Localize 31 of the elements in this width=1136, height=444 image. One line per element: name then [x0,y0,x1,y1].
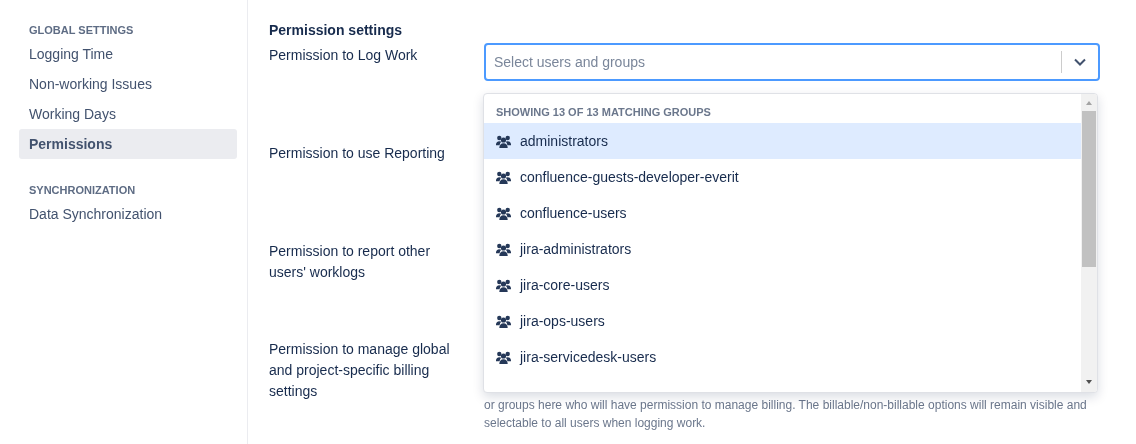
sidebar-item[interactable]: Non-working Issues [19,69,237,99]
group-option[interactable]: administrators [484,123,1081,159]
sidebar-item[interactable]: Logging Time [19,39,237,69]
section-title: Permission settings [269,21,404,39]
select-input[interactable]: Select users and groups [486,54,1061,70]
group-icon [496,278,511,292]
dropdown-header: SHOWING 13 OF 13 MATCHING GROUPS [495,105,712,120]
permission-label: Permission to Log Work [269,46,419,65]
group-icon [496,242,511,256]
permission-label: Permission to report other users' worklogs [269,242,432,282]
group-icon [496,314,511,328]
chevron-down-icon[interactable] [1074,58,1086,66]
group-option[interactable]: jira-servicedesk-users [484,339,1081,375]
group-icon [496,134,511,148]
sidebar-item[interactable]: Data Synchronization [19,199,237,229]
group-option[interactable]: jira-core-users [484,267,1081,303]
sidebar-item[interactable]: Permissions [19,129,237,159]
group-option[interactable]: confluence-guests-developer-everit [484,159,1081,195]
group-icon [496,170,511,184]
help-text: or groups here who will have permission to manage billing. The billable/non-billable options will remain visible and selectable to all users when logging work. [484,397,1088,432]
section-heading: GLOBAL SETTINGS [28,23,135,38]
permission-label: Permission to use Reporting [269,144,446,163]
group-icon [496,206,511,220]
sidebar-item[interactable]: Working Days [19,99,237,129]
group-option[interactable]: confluence-users [484,195,1081,231]
user-group-select[interactable]: Select users and groups [484,43,1100,81]
group-icon [496,350,511,364]
section-heading: SYNCHRONIZATION [28,183,137,198]
group-option[interactable]: jira-administrators [484,231,1081,267]
group-option[interactable]: jira-ops-users [484,303,1081,339]
permission-label: Permission to manage global and project-specific billing settings [269,340,451,401]
